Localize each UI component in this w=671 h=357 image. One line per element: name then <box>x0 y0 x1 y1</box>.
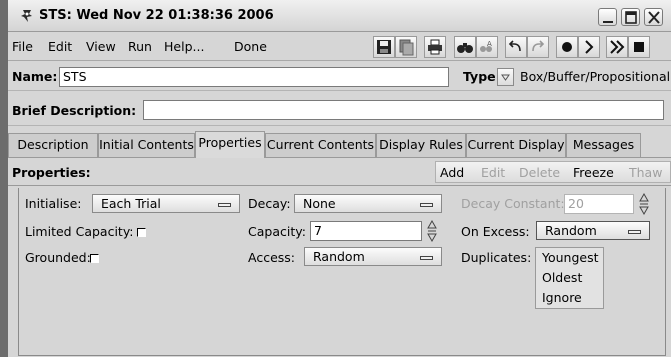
menu-done[interactable]: Done <box>234 39 267 54</box>
app-icon <box>21 10 32 22</box>
capacity-label: Capacity: <box>248 224 306 239</box>
undo-icon <box>508 40 521 52</box>
thaw-button[interactable]: Thaw <box>629 165 662 180</box>
delete-button[interactable]: Delete <box>519 165 560 180</box>
redo-button[interactable] <box>527 36 549 58</box>
tab-description[interactable]: Description <box>8 133 98 157</box>
decay-constant-input[interactable]: 20 <box>564 194 634 214</box>
replace-icon: A <box>480 40 492 52</box>
access-value: Random <box>313 249 365 264</box>
tab-display-rules[interactable]: Display Rules <box>376 133 466 157</box>
copy-icon <box>399 39 414 56</box>
properties-title: Properties: <box>12 165 91 180</box>
menu-file[interactable]: File <box>12 39 33 54</box>
limited-capacity-label: Limited Capacity: <box>25 224 134 239</box>
on-excess-option-ignore[interactable]: Ignore <box>542 290 582 305</box>
decay-constant-label: Decay Constant: <box>461 196 565 211</box>
copy-button[interactable] <box>395 36 417 58</box>
dropdown-bar-icon <box>420 203 433 207</box>
menu-edit[interactable]: Edit <box>48 39 72 54</box>
on-excess-value: Random <box>545 223 597 238</box>
on-excess-select[interactable]: Random <box>536 221 650 240</box>
left-edge-strip <box>0 0 8 357</box>
fast-forward-icon <box>610 40 625 54</box>
on-excess-label: On Excess: <box>461 224 530 239</box>
record-icon <box>562 42 572 52</box>
initialise-value: Each Trial <box>101 196 161 211</box>
initialise-select[interactable]: Each Trial <box>92 194 240 213</box>
name-label: Name: <box>12 69 58 84</box>
print-icon <box>428 39 442 55</box>
replace-button[interactable]: A <box>476 36 498 58</box>
properties-actions: Add Edit Delete Freeze Thaw <box>435 161 671 183</box>
minimize-button[interactable] <box>598 8 617 26</box>
freeze-button[interactable]: Freeze <box>573 165 614 180</box>
properties-header: Properties: Add Edit Delete Freeze Thaw <box>8 158 671 186</box>
undo-button[interactable] <box>505 36 527 58</box>
maximize-icon <box>625 11 637 24</box>
fast-forward-button[interactable] <box>606 36 628 58</box>
step-button[interactable] <box>578 36 600 58</box>
decay-value: None <box>303 196 336 211</box>
type-dropdown-button[interactable] <box>497 68 514 86</box>
tab-bar: Description Initial Contents Properties … <box>8 131 671 158</box>
add-button[interactable]: Add <box>440 165 464 180</box>
close-button[interactable] <box>644 8 663 26</box>
capacity-input[interactable]: 7 <box>310 221 422 241</box>
grounded-label: Grounded: <box>25 250 91 265</box>
tab-messages[interactable]: Messages <box>566 133 641 157</box>
brief-description-label: Brief Description: <box>12 103 137 118</box>
save-icon <box>377 40 391 54</box>
tab-current-contents[interactable]: Current Contents <box>265 133 376 157</box>
dropdown-bar-icon <box>628 230 641 234</box>
brief-description-input[interactable] <box>143 100 664 120</box>
save-button[interactable] <box>373 36 395 58</box>
window-title: STS: Wed Nov 22 01:38:36 2006 <box>39 8 274 23</box>
on-excess-option-youngest[interactable]: Youngest <box>542 250 599 265</box>
name-input[interactable]: STS <box>59 67 449 87</box>
stop-button[interactable] <box>628 36 650 58</box>
type-label: Type: <box>463 69 501 84</box>
on-excess-option-oldest[interactable]: Oldest <box>542 270 582 285</box>
tab-properties[interactable]: Properties <box>195 131 265 158</box>
duplicates-label: Duplicates: <box>461 250 532 265</box>
menu-help[interactable]: Help... <box>164 39 204 54</box>
edit-button[interactable]: Edit <box>481 165 505 180</box>
dropdown-bar-icon <box>420 256 433 260</box>
menu-bar: File Edit View Run Help... Done A <box>8 33 671 61</box>
svg-text:A: A <box>487 40 492 48</box>
access-label: Access: <box>248 250 296 265</box>
decay-label: Decay: <box>248 196 291 211</box>
dropdown-bar-icon <box>218 203 231 207</box>
find-icon <box>457 43 473 53</box>
record-button[interactable] <box>556 36 578 58</box>
access-select[interactable]: Random <box>304 247 442 266</box>
title-bar[interactable]: STS: Wed Nov 22 01:38:36 2006 <box>8 0 671 32</box>
stop-icon <box>634 42 644 52</box>
redo-icon <box>532 40 545 52</box>
capacity-spinner-icon[interactable] <box>426 220 438 242</box>
name-row: Name: STS Type: Box/Buffer/Propositional <box>8 63 671 91</box>
grounded-checkbox[interactable] <box>90 254 99 263</box>
find-button[interactable] <box>454 36 476 58</box>
chevron-down-icon <box>501 74 510 81</box>
tab-current-display[interactable]: Current Display <box>466 133 566 157</box>
minimize-icon <box>603 21 613 23</box>
app-window: STS: Wed Nov 22 01:38:36 2006 File Edit … <box>8 0 671 357</box>
limited-capacity-checkbox[interactable] <box>137 228 146 237</box>
maximize-button[interactable] <box>621 8 640 26</box>
initialise-label: Initialise: <box>25 196 82 211</box>
description-row: Brief Description: <box>8 93 671 126</box>
menu-run[interactable]: Run <box>128 39 152 54</box>
decay-constant-spinner-icon[interactable] <box>638 193 650 215</box>
tab-initial-contents[interactable]: Initial Contents <box>98 133 195 157</box>
menu-view[interactable]: View <box>86 39 116 54</box>
type-value: Box/Buffer/Propositional <box>520 69 671 84</box>
on-excess-dropdown-list: Youngest Oldest Ignore <box>535 247 604 309</box>
close-icon <box>648 11 660 24</box>
print-button[interactable] <box>424 36 446 58</box>
step-icon <box>585 40 594 54</box>
decay-select[interactable]: None <box>294 194 442 213</box>
